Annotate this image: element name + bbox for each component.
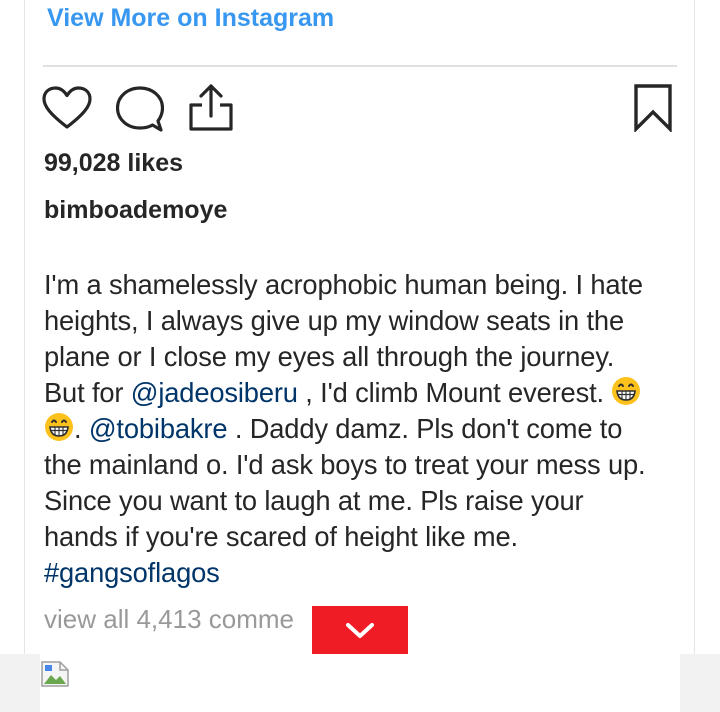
comment-bubble-icon[interactable] (116, 86, 164, 132)
caption-text: . (74, 413, 89, 444)
caption-line: the mainland o. I'd ask boys to treat yo… (44, 449, 646, 480)
hashtag-gangsoflagos[interactable]: #gangsoflagos (44, 557, 220, 588)
caption-line: Since you want to laugh at me. Pls raise… (44, 485, 584, 516)
view-more-on-instagram-link[interactable]: View More on Instagram (47, 4, 334, 33)
caption-text: . Daddy damz. Pls don't come to (227, 413, 623, 444)
post-username[interactable]: bimboademoye (44, 196, 227, 225)
mention-jadeosiberu[interactable]: @jadeosiberu (131, 377, 298, 408)
caption-line: . @tobibakre . Daddy damz. Pls don't com… (44, 411, 684, 447)
bookmark-icon[interactable] (633, 84, 673, 132)
post-caption: I'm a shamelessly acrophobic human being… (44, 267, 684, 591)
card-border-right (694, 0, 695, 654)
broken-image-icon (40, 660, 70, 688)
grinning-face-emoji (45, 413, 73, 441)
divider (43, 65, 677, 67)
chevron-down-icon (346, 622, 374, 638)
caption-line: heights, I always give up my window seat… (44, 305, 624, 336)
caption-text: , I'd climb Mount everest. (297, 377, 612, 408)
scroll-down-button[interactable] (312, 606, 408, 655)
card-border-left (24, 0, 25, 654)
likes-count[interactable]: 99,028 likes (44, 149, 183, 178)
mention-tobibakre[interactable]: @tobibakre (89, 413, 228, 444)
ad-slot[interactable] (40, 654, 680, 712)
heart-icon[interactable] (42, 86, 92, 130)
caption-line: But for @jadeosiberu , I'd climb Mount e… (44, 375, 684, 411)
share-upload-icon[interactable] (188, 84, 234, 132)
caption-line: plane or I close my eyes all through the… (44, 341, 615, 372)
caption-text: But for (44, 377, 131, 408)
caption-line: I'm a shamelessly acrophobic human being… (44, 269, 643, 300)
view-all-comments-link[interactable]: view all 4,413 comme (44, 604, 294, 635)
caption-line: hands if you're scared of height like me… (44, 521, 518, 552)
grinning-face-emoji (612, 377, 641, 405)
caption-line: #gangsoflagos (44, 555, 684, 591)
